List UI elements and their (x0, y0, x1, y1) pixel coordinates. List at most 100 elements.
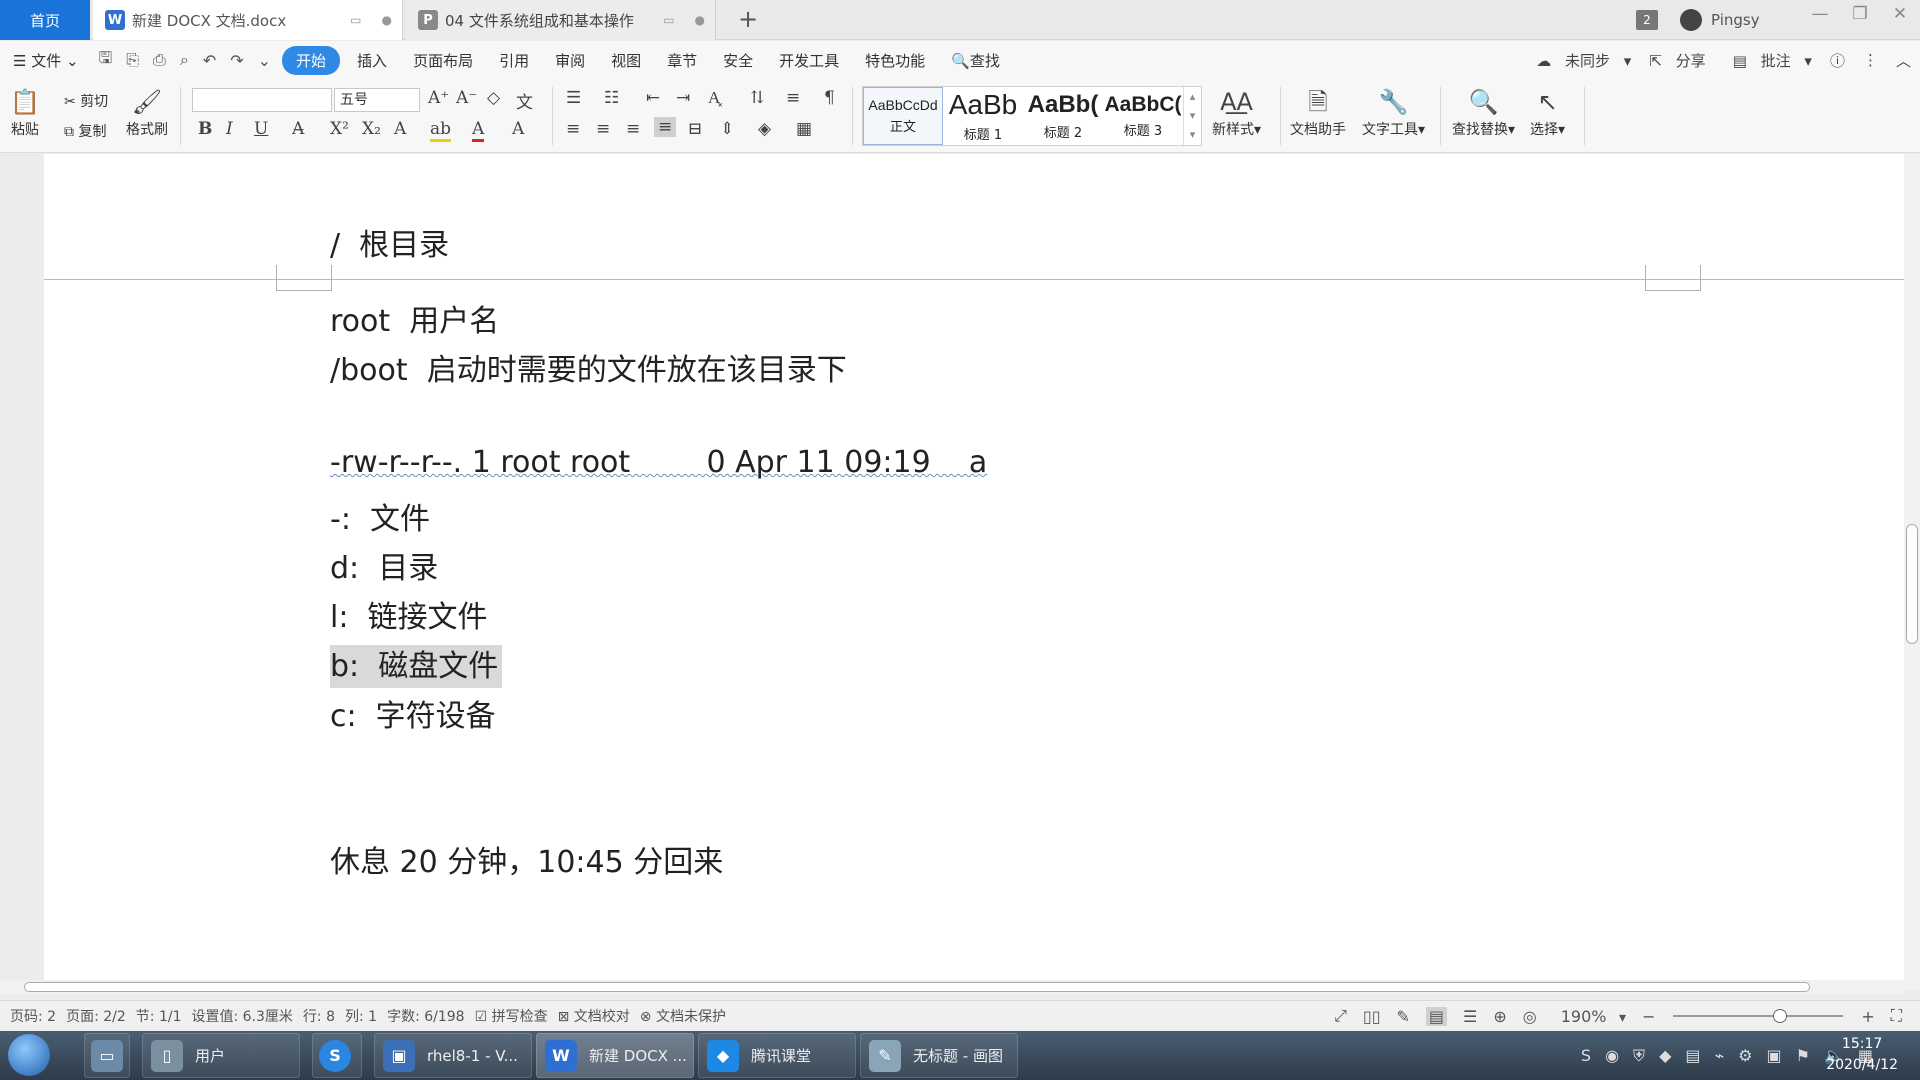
menu-features[interactable]: 特色功能 (852, 50, 938, 71)
horizontal-scroll-thumb[interactable] (24, 982, 1810, 992)
status-setting[interactable]: 设置值: 6.3厘米 (191, 1006, 292, 1026)
minimize-icon[interactable]: — (1800, 4, 1840, 24)
spell-check-button[interactable]: ☑ 拼写检查 (475, 1006, 548, 1026)
taskbar-sogou[interactable]: S (312, 1033, 362, 1078)
taskbar-item-paint[interactable]: ✎ 无标题 - 画图 (860, 1033, 1018, 1078)
horizontal-scrollbar[interactable] (0, 980, 1904, 994)
menu-home[interactable]: 开始 (282, 45, 341, 75)
web-view-icon[interactable]: ⊕ (1493, 1007, 1506, 1026)
font-size-select[interactable]: 五号 (334, 88, 420, 112)
settings-tray-icon[interactable]: ⚙ (1738, 1046, 1752, 1065)
status-section[interactable]: 节: 1/1 (136, 1006, 182, 1026)
tab-filesystem-doc[interactable]: P 04 文件系统组成和基本操作 ▭ ● (406, 0, 716, 40)
doc-line-break-notice[interactable]: 休息 20 分钟，10:45 分回来 (330, 837, 723, 881)
chat-icon[interactable]: ▤ (1685, 1046, 1700, 1065)
justify-icon[interactable]: ≡ (654, 117, 677, 137)
doc-line-block-type[interactable]: b: 磁盘文件 (330, 641, 503, 688)
document-page[interactable]: / 根目录 root 用户名 /boot 启动时需要的文件放在该目录下 -rw-… (44, 154, 1904, 982)
status-pages[interactable]: 页面: 2/2 (66, 1006, 126, 1026)
shading-icon[interactable]: ◈ (758, 119, 771, 139)
print-preview-icon[interactable]: ⌕ (173, 50, 196, 70)
decrease-indent-icon[interactable]: ⇤ (646, 88, 660, 108)
line-spacing-icon[interactable]: ≡ (786, 88, 800, 108)
qq-icon[interactable]: ◉ (1605, 1046, 1619, 1065)
restore-icon[interactable]: ❐ (1840, 4, 1880, 24)
sogou-tray-icon[interactable]: S (1581, 1046, 1591, 1065)
fit-page-icon[interactable]: ⛶ (1891, 1006, 1902, 1026)
new-tab-button[interactable]: + (735, 6, 761, 32)
menu-view[interactable]: 视图 (598, 50, 654, 71)
paragraph-spacing-icon[interactable]: ⇕ (720, 119, 734, 139)
sort-icon[interactable]: ⇅ (750, 88, 764, 108)
collapse-ribbon-icon[interactable]: ︿ (1896, 50, 1911, 71)
doc-assistant-button[interactable]: 🗎 文档助手 (1290, 85, 1346, 139)
flag-icon[interactable]: ⚑ (1796, 1046, 1810, 1065)
zoom-out-icon[interactable]: − (1642, 1007, 1655, 1026)
menu-page-layout[interactable]: 页面布局 (400, 50, 486, 71)
menu-security[interactable]: 安全 (710, 50, 766, 71)
format-painter-button[interactable]: 🖌 格式刷 (126, 85, 168, 139)
tab-new-docx[interactable]: W 新建 DOCX 文档.docx ▭ ● (93, 0, 403, 40)
style-gallery-scroll[interactable]: ▴ ▾ ▾ (1183, 87, 1201, 145)
more-icon[interactable]: ⋮ (1863, 51, 1878, 69)
distribute-icon[interactable]: ⊟ (688, 119, 702, 139)
notification-badge[interactable]: 2 (1636, 10, 1658, 30)
proofread-button[interactable]: ⊠ 文档校对 (558, 1006, 630, 1026)
file-menu[interactable]: ☰ 文件 ⌄ (0, 50, 92, 71)
comment-button[interactable]: ▤ 批注 ▾ (1733, 50, 1812, 71)
zoom-in-icon[interactable]: + (1861, 1007, 1874, 1026)
align-center-icon[interactable]: ≡ (596, 119, 610, 139)
style-heading-3[interactable]: AaBbC( 标题 3 (1103, 87, 1183, 145)
find-replace-button[interactable]: 🔍 查找替换▾ (1452, 85, 1515, 139)
account-area[interactable]: 2 Pingsy (1636, 8, 1760, 32)
edit-mode-icon[interactable]: ✎ (1397, 1007, 1410, 1026)
highlight-color-icon[interactable]: ab (430, 119, 452, 142)
pin-icon[interactable]: ▭ (350, 13, 361, 27)
strikethrough-icon[interactable]: A̶ (292, 119, 304, 139)
customize-chevron-icon[interactable]: ⌄ (251, 51, 278, 70)
font-color-icon[interactable]: A (472, 119, 485, 142)
align-left-icon[interactable]: ≡ (566, 119, 580, 139)
save-icon[interactable]: 🖫 (92, 47, 120, 74)
status-words[interactable]: 字数: 6/198 (387, 1006, 465, 1026)
taskbar-item-tencent[interactable]: ◆ 腾讯课堂 (698, 1033, 856, 1078)
doc-line-dir-type[interactable]: d: 目录 (330, 543, 438, 587)
tencent-tray-icon[interactable]: ◆ (1659, 1046, 1671, 1065)
doc-line-link-type[interactable]: l: 链接文件 (330, 592, 488, 636)
status-page-code[interactable]: 页码: 2 (10, 1006, 56, 1026)
protection-button[interactable]: ⊗ 文档未保护 (640, 1006, 726, 1026)
avatar[interactable] (1680, 9, 1702, 31)
status-col[interactable]: 列: 1 (345, 1006, 377, 1026)
taskbar-item-rhel[interactable]: ▣ rhel8-1 - V... (374, 1033, 532, 1078)
fullscreen-icon[interactable]: ⤢ (1334, 1006, 1347, 1026)
eye-protection-icon[interactable]: ◎ (1523, 1007, 1537, 1026)
taskbar-item-docx[interactable]: W 新建 DOCX ... (536, 1033, 694, 1078)
undo-icon[interactable]: ↶ (196, 51, 223, 70)
vertical-scrollbar[interactable] (1904, 154, 1920, 990)
menu-chapter[interactable]: 章节 (654, 50, 710, 71)
doc-line-boot[interactable]: /boot 启动时需要的文件放在该目录下 (330, 345, 847, 389)
tab-home[interactable]: 首页 (0, 0, 90, 40)
style-heading-1[interactable]: AaBb 标题 1 (943, 87, 1023, 145)
numbered-list-icon[interactable]: ☷ (604, 88, 619, 108)
share-button[interactable]: ⇱ 分享 (1649, 50, 1714, 71)
underline-icon[interactable]: U (254, 119, 268, 139)
close-icon[interactable]: ✕ (1880, 4, 1920, 24)
menu-review[interactable]: 审阅 (542, 50, 598, 71)
page-view-icon[interactable]: ▤ (1425, 1006, 1448, 1026)
zoom-slider-handle[interactable] (1773, 1009, 1788, 1023)
increase-indent-icon[interactable]: ⇥ (676, 88, 690, 108)
redo-icon[interactable]: ↷ (223, 51, 250, 70)
show-marks-icon[interactable]: ¶ (824, 88, 835, 108)
text-effect-icon[interactable]: A (394, 119, 406, 139)
taskbar-screen-icon[interactable]: ▭ (84, 1033, 130, 1078)
superscript-icon[interactable]: X² (330, 119, 349, 139)
new-style-button[interactable]: A͟A 新样式▾ (1212, 85, 1261, 139)
zoom-slider[interactable] (1673, 1009, 1844, 1023)
text-tools-button[interactable]: 🔧 文字工具▾ (1362, 85, 1425, 139)
phonetic-icon[interactable]: 文 (516, 88, 533, 113)
network-wifi-icon[interactable]: ⌁ (1715, 1046, 1725, 1065)
status-row[interactable]: 行: 8 (303, 1006, 335, 1026)
text-direction-icon[interactable]: A͓ (708, 88, 720, 108)
close-tab-icon[interactable]: ● (695, 13, 705, 27)
